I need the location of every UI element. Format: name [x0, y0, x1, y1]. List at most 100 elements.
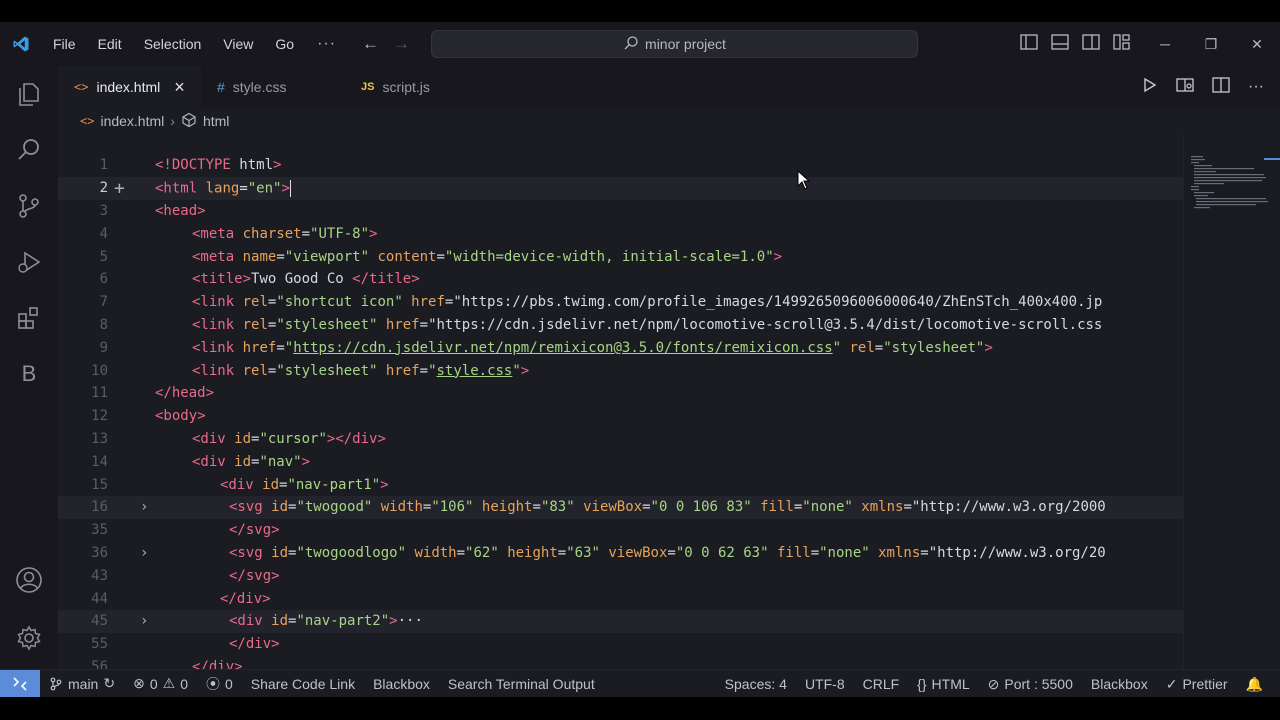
code-text: <meta charset="UTF-8"> [192, 225, 378, 242]
menu-more-button[interactable]: ··· [305, 35, 348, 53]
code-text: </svg> [229, 567, 280, 584]
toggle-primary-sidebar-icon[interactable] [1020, 33, 1038, 55]
customize-layout-icon[interactable] [1113, 33, 1131, 55]
notifications-bell-icon[interactable]: 🔔 [1237, 676, 1272, 693]
fold-chevron-icon[interactable]: › [140, 613, 148, 629]
blackbox-icon[interactable]: B [0, 350, 58, 398]
forward-arrow-icon[interactable]: → [393, 34, 410, 54]
account-icon[interactable] [0, 556, 58, 604]
code-text: <div id="nav-part1"> [220, 476, 389, 493]
blackbox-status[interactable]: Blackbox [364, 676, 439, 692]
line-number: 16 [91, 499, 108, 516]
line-number: 14 [91, 453, 108, 470]
toggle-panel-icon[interactable] [1051, 33, 1069, 55]
command-center-search[interactable]: minor project [431, 30, 918, 58]
code-text: <meta name="viewport" content="width=dev… [192, 248, 783, 265]
line-number: 7 [99, 294, 108, 311]
minimap-preview [1184, 134, 1280, 214]
code-text: <link rel="stylesheet" href="https://cdn… [192, 316, 1103, 333]
line-number: 13 [91, 430, 108, 447]
fold-chevron-icon[interactable]: › [140, 545, 148, 561]
menu-selection[interactable]: Selection [133, 22, 213, 66]
close-tab-icon[interactable]: × [174, 77, 185, 98]
encoding[interactable]: UTF-8 [796, 676, 854, 692]
more-actions-icon[interactable]: ··· [1248, 78, 1264, 96]
run-debug-icon[interactable] [0, 238, 58, 286]
menu-file[interactable]: File [42, 22, 87, 66]
code-editor[interactable]: 1 <!DOCTYPE html> 2 + <html lang="en"> 3… [58, 150, 1183, 669]
line-number: 1 [99, 157, 108, 174]
tab-label: style.css [232, 79, 287, 95]
code-line: 7 <link rel="shortcut icon" href="https:… [58, 291, 1183, 314]
problems-indicator[interactable]: ⊗ 0 ⚠ 0 [124, 675, 197, 692]
vscode-logo-icon [0, 22, 42, 66]
css-hash-icon: # [217, 79, 225, 95]
code-text: <head> [155, 202, 206, 219]
fold-chevron-icon[interactable]: › [140, 499, 148, 515]
error-count: 0 [149, 675, 158, 692]
line-number: 6 [99, 271, 108, 288]
tab-style-css[interactable]: # style.css [201, 66, 345, 108]
prettier-status[interactable]: ✓ Prettier [1157, 676, 1237, 693]
menu-go[interactable]: Go [264, 22, 305, 66]
share-code-link[interactable]: Share Code Link [242, 676, 364, 692]
toggle-secondary-sidebar-icon[interactable] [1082, 33, 1100, 55]
back-arrow-icon[interactable]: ← [362, 34, 379, 54]
code-line: 4 <meta charset="UTF-8"> [58, 222, 1183, 245]
settings-gear-icon[interactable] [0, 614, 58, 662]
restore-icon[interactable]: ❐ [1188, 22, 1234, 66]
code-line: 56 </div> [58, 656, 1183, 669]
sync-icon[interactable]: ↻ [103, 675, 115, 692]
live-server-port[interactable]: ⊘ Port : 5500 [979, 676, 1082, 693]
menu-view[interactable]: View [212, 22, 264, 66]
html-file-icon: <> [80, 114, 95, 128]
code-line: 8 <link rel="stylesheet" href="https://c… [58, 314, 1183, 337]
tab-index-html[interactable]: <> index.html × [58, 66, 201, 108]
line-number: 56 [91, 658, 108, 669]
code-text: <svg id="twogoodlogo" width="62" height=… [229, 544, 1106, 561]
source-control-icon[interactable] [0, 182, 58, 230]
explorer-icon[interactable] [0, 70, 58, 118]
activity-bar: B [0, 66, 58, 669]
line-number: 35 [91, 522, 108, 539]
close-window-icon[interactable]: ✕ [1234, 22, 1280, 66]
git-branch[interactable]: main ↻ [40, 675, 124, 692]
add-line-icon[interactable]: + [114, 178, 125, 199]
end-of-line[interactable]: CRLF [854, 676, 909, 692]
indentation[interactable]: Spaces: 4 [716, 676, 796, 692]
search-icon [623, 35, 639, 54]
menu-edit[interactable]: Edit [87, 22, 133, 66]
code-line: 3 <head> [58, 200, 1183, 223]
no-entry-icon: ⊘ [987, 675, 1000, 692]
minimize-icon[interactable]: ─ [1142, 22, 1188, 66]
tab-script-js[interactable]: JS script.js [345, 66, 495, 108]
breadcrumb-file[interactable]: index.html [100, 113, 164, 129]
symbol-icon [181, 112, 197, 131]
run-icon[interactable] [1142, 77, 1158, 98]
search-terminal-output[interactable]: Search Terminal Output [439, 676, 604, 692]
remote-indicator-icon[interactable] [0, 669, 40, 697]
search-icon[interactable] [0, 126, 58, 174]
minimap[interactable] [1183, 134, 1280, 669]
code-line: 13 <div id="cursor"></div> [58, 428, 1183, 451]
split-editor-icon[interactable] [1212, 76, 1230, 98]
open-preview-icon[interactable] [1176, 77, 1194, 98]
code-line: 6 <title>Two Good Co </title> [58, 268, 1183, 291]
line-number: 15 [91, 476, 108, 493]
code-text: <div id="nav"> [192, 453, 311, 470]
code-line-folded: 36 › <svg id="twogoodlogo" width="62" he… [58, 542, 1183, 565]
code-text: <svg id="twogood" width="106" height="83… [229, 499, 1106, 516]
code-line-folded: 16 › <svg id="twogood" width="106" heigh… [58, 496, 1183, 519]
status-bar-right: Spaces: 4 UTF-8 CRLF {} HTML ⊘ Port : 55… [716, 670, 1272, 697]
extensions-icon[interactable] [0, 294, 58, 342]
error-icon: ⊗ [133, 675, 145, 691]
line-number: 10 [91, 362, 108, 379]
line-number: 4 [99, 225, 108, 242]
window-controls: ─ ❐ ✕ [1142, 22, 1280, 66]
language-mode[interactable]: {} HTML [908, 676, 978, 692]
ports-indicator[interactable]: ⦿ 0 [197, 674, 242, 694]
title-bar: File Edit Selection View Go ··· ← → mino… [0, 22, 1280, 66]
blackbox-right[interactable]: Blackbox [1082, 676, 1157, 692]
line-number: 43 [91, 567, 108, 584]
breadcrumb-symbol[interactable]: html [203, 113, 229, 129]
